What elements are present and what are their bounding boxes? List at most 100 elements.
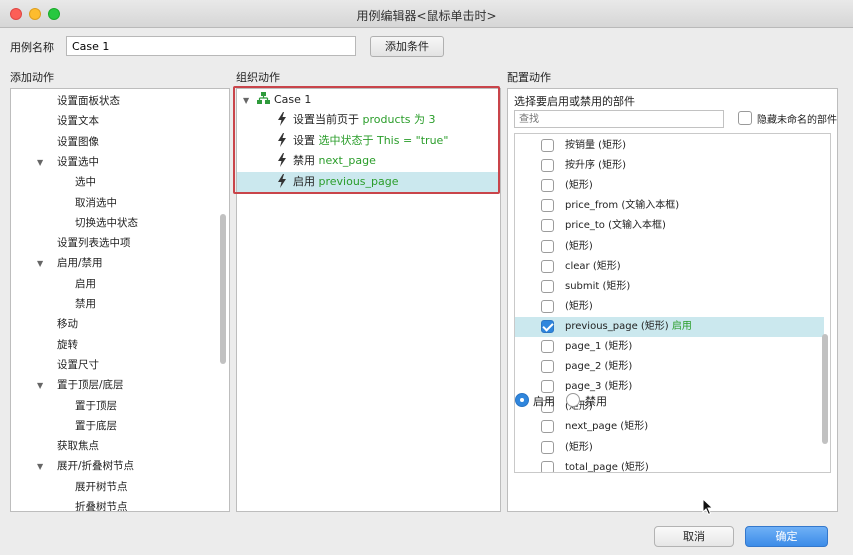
configure-title: 选择要启用或禁用的部件 (514, 95, 635, 108)
case-name-input[interactable] (66, 36, 356, 56)
widget-checkbox[interactable] (541, 299, 554, 313)
action-item-label: 置于底层 (75, 419, 117, 432)
action-item[interactable]: 置于底层 (11, 416, 117, 436)
action-item[interactable]: 旋转 (11, 335, 78, 355)
configure-actions-heading: 配置动作 (507, 71, 551, 84)
action-item[interactable]: 移动 (11, 314, 78, 334)
configure-actions-panel: 选择要启用或禁用的部件 隐藏未命名的部件 按销量 (矩形) 按升序 (矩形) (… (507, 88, 838, 512)
widget-label: previous_page (矩形) 启用 (565, 320, 692, 332)
case-label: Case 1 (274, 93, 312, 106)
widget-checkbox[interactable] (541, 360, 554, 374)
widget-list-scrollbar[interactable] (822, 334, 828, 444)
expand-triangle-icon[interactable]: ▼ (243, 92, 255, 110)
widget-checkbox[interactable] (541, 179, 554, 193)
case-name-label: 用例名称 (10, 41, 54, 54)
add-actions-panel: 设置面板状态 设置文本 设置图像 ▼ 设置选中 选中 取消选中 切换选中状态 设置列表选中项 ▼ 启… (10, 88, 230, 512)
action-detail: next_page (318, 154, 376, 167)
action-item-label: 设置面板状态 (57, 95, 120, 107)
widget-row[interactable]: submit (矩形) (515, 277, 824, 297)
action-item[interactable]: 设置列表选中项 (11, 233, 131, 253)
disable-radio[interactable] (566, 393, 580, 407)
widget-row[interactable]: price_to (文输入本框) (515, 216, 824, 236)
action-item[interactable]: 展开树节点 (11, 477, 128, 497)
action-detail: 选中状态于 This = "true" (318, 133, 449, 147)
action-item[interactable]: 启用 (11, 274, 96, 294)
action-item[interactable]: 折叠树节点 (11, 497, 128, 511)
action-item-label: 禁用 (75, 298, 96, 310)
organized-action-item[interactable]: 启用 previous_page (237, 171, 500, 192)
widget-row[interactable]: page_1 (矩形) (515, 337, 824, 357)
action-item[interactable]: 取消选中 (11, 193, 117, 213)
action-item[interactable]: 切换选中状态 (11, 213, 138, 233)
widget-checkbox[interactable] (541, 440, 554, 454)
widget-row[interactable]: total_page (矩形) (515, 458, 824, 472)
organized-action-item[interactable]: 设置当前页于 products 为 3 (237, 110, 500, 130)
widget-row[interactable]: next_page (矩形) (515, 417, 824, 437)
widget-row[interactable]: (矩形) (515, 297, 824, 317)
action-item[interactable]: 设置面板状态 (11, 91, 120, 111)
cancel-button[interactable]: 取消 (654, 526, 734, 547)
action-item-label: 设置选中 (57, 155, 99, 168)
widget-search-input[interactable] (514, 110, 724, 128)
widget-row[interactable]: (矩形) (515, 176, 824, 196)
expand-triangle-icon[interactable]: ▼ (37, 457, 57, 477)
ok-button[interactable]: 确定 (745, 526, 828, 547)
widget-checkbox[interactable] (541, 219, 554, 233)
add-condition-button[interactable]: 添加条件 (370, 36, 444, 57)
widget-row[interactable]: previous_page (矩形) 启用 (515, 316, 824, 337)
widget-row[interactable]: page_3 (矩形) (515, 377, 824, 397)
widget-checkbox[interactable] (541, 139, 554, 152)
expand-triangle-icon[interactable]: ▼ (37, 153, 57, 173)
action-verb: 启用 (293, 174, 315, 188)
widget-checkbox[interactable] (541, 259, 554, 273)
hide-unnamed-label: 隐藏未命名的部件 (757, 115, 837, 126)
action-item[interactable]: 获取焦点 (11, 436, 99, 456)
action-verb: 禁用 (293, 154, 315, 167)
action-item-label: 设置列表选中项 (57, 237, 131, 250)
organized-action-item[interactable]: 禁用 next_page (237, 151, 500, 171)
widget-row[interactable]: price_from (文输入本框) (515, 196, 824, 216)
widget-checkbox[interactable] (541, 340, 554, 353)
action-item[interactable]: ▼ 置于顶层/底层 (11, 375, 124, 395)
widget-row[interactable]: (矩形) (515, 438, 824, 458)
widget-checkbox[interactable] (541, 420, 554, 434)
lightning-icon (278, 153, 286, 167)
enable-radio[interactable] (515, 393, 529, 407)
action-item[interactable]: 设置文本 (11, 111, 99, 131)
widget-row[interactable]: clear (矩形) (515, 257, 824, 277)
widget-checkbox[interactable] (541, 279, 554, 293)
action-item[interactable]: ▼ 展开/折叠树节点 (11, 456, 134, 476)
action-item[interactable]: ▼ 设置选中 (11, 152, 99, 172)
action-item[interactable]: 设置图像 (11, 132, 99, 152)
widget-checkbox[interactable] (541, 199, 554, 213)
action-verb: 设置当前页于 (293, 113, 359, 126)
action-item-label: 展开树节点 (75, 480, 128, 493)
widget-checkbox[interactable] (541, 239, 554, 253)
widget-row[interactable]: 按销量 (矩形) (515, 136, 824, 156)
widget-label: price_to (文输入本框) (565, 220, 666, 232)
action-item[interactable]: 选中 (11, 172, 96, 192)
action-item[interactable]: 置于顶层 (11, 396, 117, 416)
expand-triangle-icon[interactable]: ▼ (37, 254, 57, 274)
widget-checkbox[interactable] (541, 319, 554, 333)
action-item[interactable]: 设置尺寸 (11, 355, 99, 375)
widget-row[interactable]: page_2 (矩形) (515, 357, 824, 377)
action-item-label: 移动 (57, 318, 78, 331)
organized-action-item[interactable]: 设置 选中状态于 This = "true" (237, 131, 500, 151)
widget-row[interactable]: (矩形) (515, 397, 824, 417)
widget-checkbox[interactable] (541, 460, 554, 472)
expand-triangle-icon[interactable]: ▼ (37, 376, 57, 396)
widget-row[interactable]: 按升序 (矩形) (515, 156, 824, 176)
hide-unnamed-checkbox[interactable] (738, 111, 752, 125)
action-detail: products 为 3 (362, 113, 436, 126)
add-actions-scrollbar[interactable] (220, 214, 226, 364)
widget-checkbox[interactable] (541, 159, 554, 173)
action-item[interactable]: ▼ 启用/禁用 (11, 253, 103, 273)
case-tree-node[interactable]: ▼ Case 1 (243, 91, 311, 109)
widget-row[interactable]: (矩形) (515, 237, 824, 257)
organize-actions-panel: ▼ Case 1 设置当前页于 products 为 3 设置 选中状态于 This… (236, 88, 501, 512)
widget-label: (矩形) (565, 300, 593, 312)
action-item-label: 选中 (75, 176, 96, 189)
widget-checkbox[interactable] (541, 380, 554, 394)
action-item[interactable]: 禁用 (11, 294, 96, 314)
